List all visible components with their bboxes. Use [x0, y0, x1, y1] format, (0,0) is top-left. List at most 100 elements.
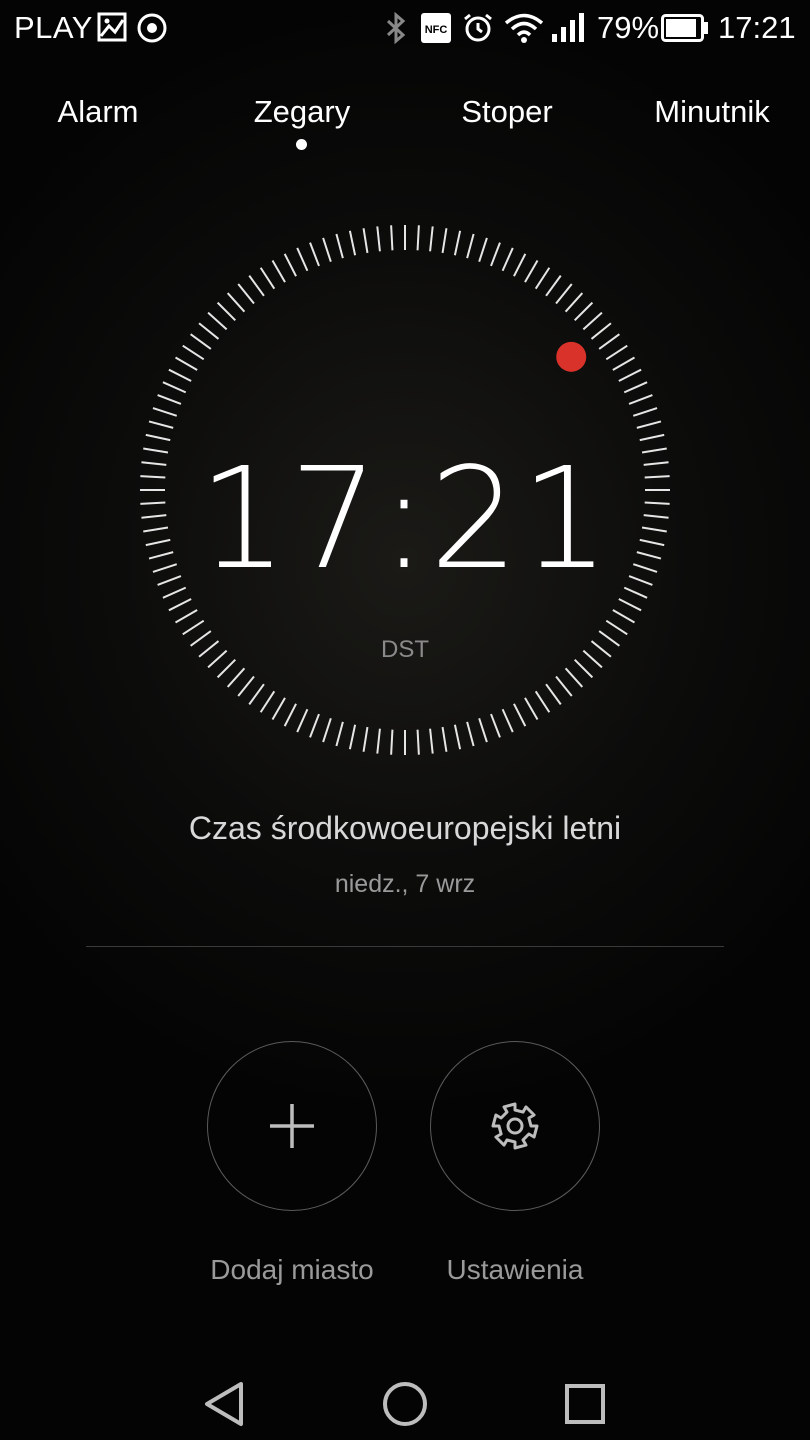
dial-tick	[598, 333, 620, 350]
recents-icon[interactable]	[555, 1374, 615, 1434]
svg-text:NFC: NFC	[425, 24, 448, 36]
home-icon[interactable]	[375, 1374, 435, 1434]
dial-tick	[612, 609, 635, 624]
settings-button[interactable]	[430, 1041, 600, 1211]
dial-tick	[296, 708, 309, 733]
dial-tick	[441, 726, 448, 752]
dial-tick	[390, 225, 394, 251]
signal-icon	[550, 12, 586, 49]
dial-tick	[348, 230, 357, 256]
dial-tick	[152, 407, 178, 417]
dial-tick	[564, 667, 584, 688]
seconds-marker	[556, 341, 587, 372]
dial-tick	[605, 344, 628, 361]
add-city-button[interactable]	[207, 1041, 377, 1211]
clock-time: 17:21	[198, 438, 612, 601]
dial-tick	[162, 381, 187, 394]
dial-tick	[296, 247, 309, 272]
dial-tick	[335, 233, 344, 259]
divider	[86, 946, 724, 947]
alarm-icon	[462, 12, 494, 49]
dial-tick	[605, 619, 628, 636]
dial-tick	[390, 729, 394, 755]
active-tab-indicator	[296, 139, 307, 150]
dial-tick	[416, 225, 420, 251]
dial-tick	[335, 721, 344, 747]
dial-tick	[248, 683, 265, 705]
battery-icon	[661, 14, 709, 47]
battery-percent: 79%	[597, 10, 660, 45]
dial-tick	[478, 717, 488, 743]
dial-tick	[283, 253, 297, 277]
dial-tick	[348, 724, 357, 750]
date-label: niedz., 7 wrz	[334, 870, 476, 898]
dial-tick	[612, 356, 635, 371]
tab-stoper[interactable]: Stoper	[448, 94, 566, 130]
dial-tick	[501, 247, 514, 272]
carrier-name: PLAY	[14, 10, 93, 45]
dial-tick	[175, 356, 198, 371]
add-city-label: Dodaj miasto	[210, 1254, 374, 1285]
gallery-icon	[97, 12, 127, 47]
dial-tick	[524, 260, 539, 283]
dial-tick	[271, 260, 286, 283]
dial-tick	[226, 292, 246, 313]
sync-icon	[136, 12, 168, 49]
tab-alarm[interactable]: Alarm	[42, 94, 154, 130]
dial-tick	[573, 301, 594, 322]
status-time: 17:21	[718, 10, 796, 45]
dial-tick	[534, 690, 551, 713]
dial-tick	[453, 724, 462, 750]
dial-tick	[555, 283, 573, 305]
dial-tick	[513, 703, 527, 727]
wifi-icon	[503, 12, 545, 49]
dial-tick	[309, 713, 320, 738]
dial-tick	[453, 230, 462, 256]
back-icon[interactable]	[195, 1374, 255, 1434]
dial-tick	[376, 728, 381, 754]
dial-tick	[429, 226, 434, 252]
dial-tick	[590, 322, 612, 340]
dial-tick	[582, 311, 603, 331]
dial-tick	[226, 667, 246, 688]
settings-label: Ustawienia	[446, 1254, 584, 1285]
dial-tick	[441, 228, 448, 254]
tab-minutnik[interactable]: Minutnik	[640, 94, 784, 130]
dial-tick	[501, 708, 514, 733]
dial-tick	[259, 690, 276, 713]
gear-icon	[491, 1102, 539, 1150]
dial-tick	[157, 394, 182, 405]
dial-tick	[259, 267, 276, 290]
nfc-icon: NFC	[420, 12, 452, 49]
dial-tick	[632, 407, 658, 417]
dial-tick	[198, 322, 220, 340]
plus-icon	[270, 1104, 314, 1148]
status-bar: PLAY NFC 79% 17:21	[0, 0, 810, 56]
dial-tick	[322, 237, 332, 263]
dial-tick	[636, 420, 662, 429]
dial-tick	[248, 275, 265, 297]
dial-tick	[429, 728, 434, 754]
dial-tick	[416, 729, 420, 755]
dial-tick	[148, 420, 174, 429]
dial-tick	[271, 697, 286, 720]
dial-tick	[628, 394, 653, 405]
dial-tick	[376, 226, 381, 252]
dial-tick	[534, 267, 551, 290]
dial-tick	[182, 619, 205, 636]
timezone-name: Czas środkowoeuropejski letni	[188, 810, 622, 846]
navigation-bar	[0, 1360, 810, 1440]
dial-tick	[466, 721, 475, 747]
dial-tick	[216, 301, 237, 322]
dial-tick	[545, 275, 562, 297]
dial-tick	[309, 242, 320, 267]
dial-tick	[478, 237, 488, 263]
dial-tick	[168, 368, 192, 382]
dial-tick	[190, 333, 212, 350]
dial-tick	[564, 292, 584, 313]
dial-tick	[362, 726, 369, 752]
tab-zegary[interactable]: Zegary	[242, 94, 362, 130]
dial-tick	[237, 675, 255, 697]
dial-tick	[237, 283, 255, 305]
dial-tick	[322, 717, 332, 743]
